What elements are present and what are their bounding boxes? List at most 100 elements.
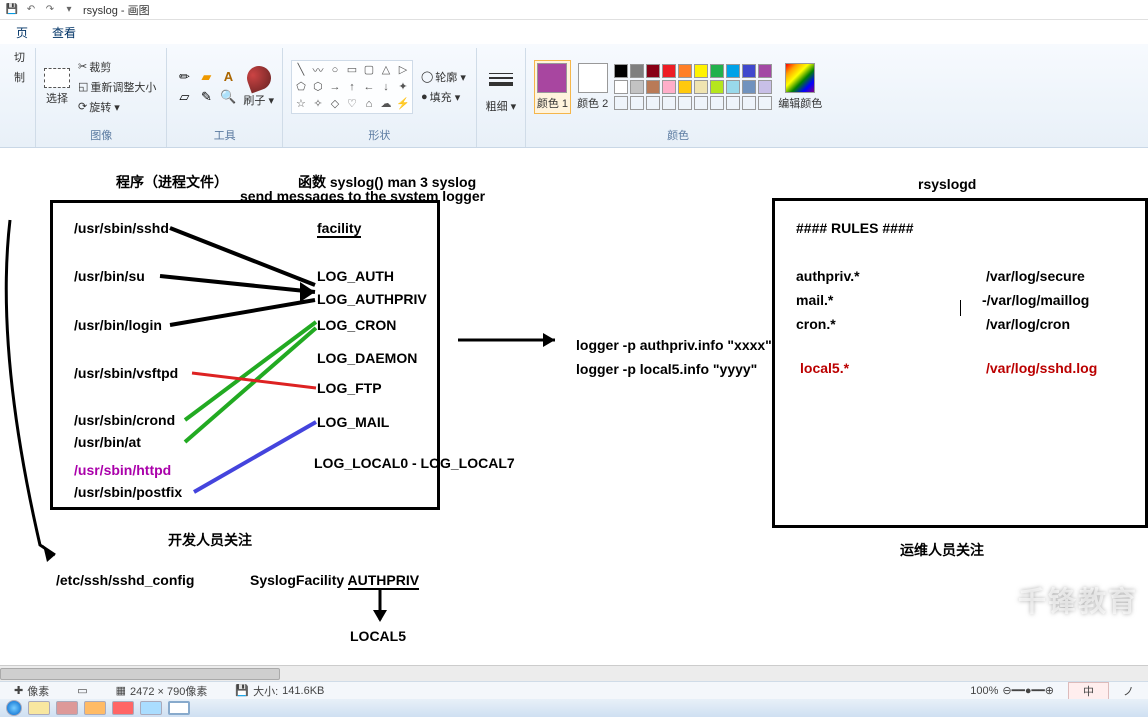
text-cursor [960,300,961,316]
prog-1: /usr/bin/su [74,268,145,284]
status-bar: ✚ 像素 ▭ ▦ 2472 × 790像素 💾 大小: 141.6KB 100%… [0,681,1148,699]
brush-button[interactable]: 刷子 ▾ [243,66,274,108]
r1k: authpriv.* [796,268,860,284]
quick-access-toolbar: 💾 ↶ ↷ ▾ [4,2,77,18]
status-dims: ▦ 2472 × 790像素 [102,683,222,699]
edit-colors-icon [785,63,815,93]
group-tools: ✏ ▰ A ▱ ✎ 🔍 刷子 ▾ 工具 [167,48,283,147]
fac-6: LOG_LOCAL0 - LOG_LOCAL7 [314,455,515,471]
prog-5: /usr/bin/at [74,434,141,450]
task-app2[interactable] [84,701,106,715]
title-programs: 程序（进程文件） [116,172,228,192]
fill-icon[interactable]: ▰ [197,68,215,86]
group-image: 选择 ✂ 裁剪 ◱ 重新调整大小 ⟳ 旋转 ▾ 图像 [36,48,167,147]
local5-label: LOCAL5 [350,628,406,644]
qat-dropdown-icon[interactable]: ▾ [61,2,77,18]
ribbon: 切 制 选择 ✂ 裁剪 ◱ 重新调整大小 ⟳ 旋转 ▾ 图像 ✏ ▰ [0,44,1148,148]
window-titlebar: 💾 ↶ ↷ ▾ rsyslog - 画图 [0,0,1148,20]
task-paint[interactable] [168,701,190,715]
fac-3: LOG_DAEMON [317,350,417,366]
tab-home[interactable]: 页 [4,20,40,45]
canvas-area[interactable]: 程序（进程文件） 函数 syslog() man 3 syslog send m… [0,150,1148,657]
resize-button[interactable]: ◱ 重新调整大小 [76,78,158,96]
group-shapes: ╲〰○▭▢△▷ ⬠⬡→↑←↓✦ ☆✧◇♡⌂☁⚡ ◯ 轮廓 ▾ ● 填充 ▾ 形状 [283,48,477,147]
ribbon-tabs: 页 查看 [0,20,1148,44]
fill-shape-button[interactable]: ● 填充 ▾ [419,88,468,106]
magnifier-icon[interactable]: 🔍 [219,88,237,106]
r2k: mail.* [796,292,833,308]
group-image-label: 图像 [90,125,112,147]
redo-icon[interactable]: ↷ [42,2,58,18]
prog-3: /usr/sbin/vsftpd [74,365,178,381]
fac-4: LOG_FTP [317,380,382,396]
canvas-content[interactable]: 程序（进程文件） 函数 syslog() man 3 syslog send m… [0,150,1148,657]
logger1: logger -p authpriv.info "xxxx" [576,337,772,353]
group-tools-label: 工具 [214,125,236,147]
group-shapes-label: 形状 [368,125,390,147]
r4k: local5.* [800,360,849,376]
logger2: logger -p local5.info "yyyy" [576,361,757,377]
picker-icon[interactable]: ✎ [197,88,215,106]
edit-colors-button[interactable]: 编辑颜色 [778,63,822,111]
ops-note: 运维人员关注 [900,540,984,560]
crop-button[interactable]: ✂ 裁剪 [76,58,158,76]
title-rsyslogd: rsyslogd [918,176,976,192]
text-icon[interactable]: A [219,68,237,86]
syslog-fac: SyslogFacility AUTHPRIV [250,572,419,588]
task-app4[interactable] [140,701,162,715]
copy-button[interactable]: 制 [12,68,27,86]
task-app3[interactable] [112,701,134,715]
pencil-icon[interactable]: ✏ [175,68,193,86]
status-selection: ▭ [63,684,101,697]
thickness-icon [485,64,517,96]
color2-swatch [578,63,608,93]
status-ime2[interactable]: ノ [1109,683,1148,699]
fac-1: LOG_AUTHPRIV [317,291,427,307]
brush-icon [243,62,274,93]
prog-4: /usr/sbin/crond [74,412,175,428]
status-zoom[interactable]: 100% ⊖━━●━━⊕ [956,684,1068,697]
watermark-logo-icon [978,583,1012,617]
prog-2: /usr/bin/login [74,317,162,333]
watermark: 千锋教育 [978,580,1138,620]
select-button[interactable]: 选择 [44,68,70,106]
color2-button[interactable]: 颜色 2 [577,63,608,111]
thickness-button[interactable]: 粗细 ▾ [485,64,517,114]
r2v: -/var/log/maillog [982,292,1089,308]
task-explorer[interactable] [28,701,50,715]
tab-view[interactable]: 查看 [40,20,88,45]
cut-button[interactable]: 切 [12,48,27,66]
outline-button[interactable]: ◯ 轮廓 ▾ [419,68,468,86]
r3v: /var/log/cron [986,316,1070,332]
color-palette[interactable] [614,64,772,110]
r4v: /var/log/sshd.log [986,360,1097,376]
rules-header: #### RULES #### [796,220,914,236]
dev-note: 开发人员关注 [168,530,252,550]
fac-2: LOG_CRON [317,317,396,333]
start-button[interactable] [6,700,22,716]
eraser-icon[interactable]: ▱ [175,88,193,106]
group-colors: 颜色 1 颜色 2 编辑颜色 颜色 [526,48,830,147]
taskbar [0,699,1148,717]
r1v: /var/log/secure [986,268,1085,284]
group-clipboard: 切 制 [4,48,36,147]
prog-0: /usr/sbin/sshd [74,220,169,236]
scroll-thumb[interactable] [0,668,280,680]
prog-6: /usr/sbin/httpd [74,462,171,478]
color1-swatch [537,63,567,93]
rotate-button[interactable]: ⟳ 旋转 ▾ [76,98,158,116]
fac-0: LOG_AUTH [317,268,394,284]
sshd-config: /etc/ssh/sshd_config [56,572,194,588]
save-icon[interactable]: 💾 [4,2,20,18]
color1-button[interactable]: 颜色 1 [534,60,571,114]
undo-icon[interactable]: ↶ [23,2,39,18]
horizontal-scrollbar[interactable] [0,665,1148,681]
status-ime[interactable]: 中 [1068,682,1109,700]
task-app1[interactable] [56,701,78,715]
group-colors-label: 颜色 [667,125,689,147]
facility-header: facility [317,220,361,238]
shapes-gallery[interactable]: ╲〰○▭▢△▷ ⬠⬡→↑←↓✦ ☆✧◇♡⌂☁⚡ [291,60,413,114]
prog-7: /usr/sbin/postfix [74,484,182,500]
window-title: rsyslog - 画图 [83,2,150,18]
status-size: 💾 大小: 141.6KB [221,683,338,699]
